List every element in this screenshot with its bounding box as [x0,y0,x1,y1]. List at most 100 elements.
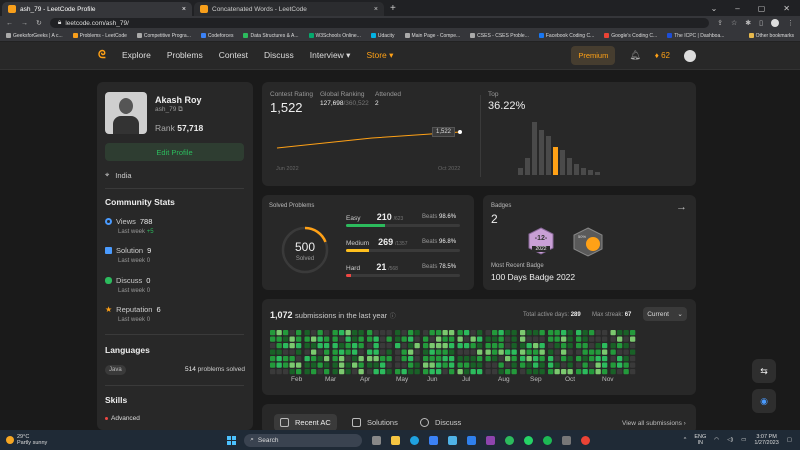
nav-contest[interactable]: Contest [219,50,248,61]
notification-icon[interactable]: ▢ [787,437,792,443]
copy-icon[interactable]: ⧉ [178,106,183,113]
month-label: Jul [462,376,471,383]
month-label: Feb [291,376,303,383]
badge-percent: 50% [578,234,587,239]
badges-title: Badges [491,203,512,209]
sidebar-icon[interactable]: ▯ [759,19,763,27]
edge-icon[interactable] [410,435,420,445]
rotate-icon[interactable]: ⇆ [752,359,776,383]
current-dropdown[interactable]: Current ⌄ [643,307,687,321]
spotify-icon[interactable] [543,435,553,445]
top-label: Top [488,91,499,98]
task-view-icon[interactable] [372,435,382,445]
forward-icon[interactable]: → [21,20,28,27]
attended-count: 2 [375,100,379,107]
bookmark-item[interactable]: Problems - LeetCode [72,33,127,39]
view-all-submissions-link[interactable]: View all submissions › [622,420,686,427]
file-explorer-icon[interactable] [391,435,401,445]
clock[interactable]: 3:07 PM 1/27/2023 [754,434,778,446]
close-icon[interactable]: × [374,6,378,13]
tab-solutions[interactable]: Solutions [352,418,398,427]
divider [105,188,244,189]
bookmark-item[interactable]: GeeksforGeeks | A c... [6,33,63,39]
bookmark-icon [72,33,78,38]
bookmark-item[interactable]: Competitive Progra... [136,33,191,39]
profile-avatar[interactable] [771,19,779,27]
notes-icon[interactable] [562,435,572,445]
nav-problems[interactable]: Problems [167,50,203,61]
easy-bar [346,224,460,227]
nav-store[interactable]: Store ▾ [366,50,393,61]
vscode-icon[interactable] [467,435,477,445]
chevron-up-icon[interactable]: ^ [684,437,687,443]
back-icon[interactable]: ← [6,20,13,27]
bookmark-icon [404,33,410,38]
xbox-icon[interactable] [505,435,515,445]
menu-icon[interactable]: ⋮ [787,19,794,27]
lock-icon: 🔒︎ [57,19,62,26]
close-icon[interactable]: × [182,6,186,13]
battery-icon[interactable]: ▭ [741,437,746,443]
user-avatar[interactable] [684,49,696,62]
month-label: Sep [530,376,542,383]
language-indicator[interactable]: ENG IN [694,434,706,446]
whatsapp-icon[interactable] [524,435,534,445]
bookmark-item[interactable]: CSES - CSES Proble... [470,33,529,39]
streak-counter[interactable]: ♦ 62 [655,51,670,60]
maximize-icon[interactable]: ▢ [758,4,766,13]
profile-card: Akash Roy ash_79 ⧉ Rank 57,718 Edit Prof… [97,82,253,430]
nav-explore[interactable]: Explore [122,50,151,61]
arrow-right-icon[interactable]: → [676,201,687,213]
chrome-icon[interactable] [581,435,591,445]
wifi-icon[interactable]: ◠ [714,437,719,443]
star-icon[interactable]: ☆ [731,19,737,27]
minimize-icon[interactable]: – [735,4,739,13]
divider [105,385,244,386]
close-window-icon[interactable]: ✕ [783,4,790,13]
chevron-down-icon[interactable]: ⌄ [711,4,718,13]
visual-studio-icon[interactable] [486,435,496,445]
nav-interview[interactable]: Interview ▾ [310,50,351,61]
bookmark-item[interactable]: Codeforces [200,33,233,39]
store-icon[interactable] [429,435,439,445]
weather-widget[interactable]: 29°C Partly sunny [6,434,47,446]
bell-icon[interactable]: 🔔︎ [629,50,640,61]
tab-concatenated-words[interactable]: Concatenated Words - LeetCode × [194,2,384,16]
windows-start-icon[interactable] [227,435,237,445]
top-percent: 36.22% [488,100,526,112]
extensions-icon[interactable]: ✱ [745,19,751,27]
premium-button[interactable]: Premium [571,46,616,65]
leetcode-navbar: ᘓ Explore Problems Contest Discuss Inter… [0,42,800,70]
rating-tooltip: 1,522 [432,127,456,137]
submissions-header: 1,072 submissions in the last year ⓘ [270,310,396,320]
language-tag[interactable]: Java [105,365,126,375]
new-tab-button[interactable]: + [390,3,396,14]
other-bookmarks[interactable]: Other bookmarks [748,33,794,39]
tab-discuss[interactable]: Discuss [420,418,461,427]
bookmark-item[interactable]: The ICPC | Dashboa... [667,33,724,39]
bookmark-item[interactable]: Udacity [370,33,395,39]
tab-title: Concatenated Words - LeetCode [212,5,307,13]
taskbar-search[interactable]: ⌕ Search [244,433,363,447]
bookmark-item[interactable]: Main Page - Compe... [404,33,460,39]
tab-profile[interactable]: ash_79 - LeetCode Profile × [2,2,192,16]
share-icon[interactable]: ⇪ [717,19,723,27]
edit-profile-button[interactable]: Edit Profile [105,143,244,161]
bookmark-icon [200,33,206,38]
reload-icon[interactable]: ↻ [36,19,42,27]
browser-tab-strip: ash_79 - LeetCode Profile × Concatenated… [0,0,800,16]
tab-recent-ac[interactable]: Recent AC [274,414,337,431]
bookmark-icon [667,33,673,38]
bookmark-item[interactable]: W3Schools Online... [308,33,361,39]
bookmark-item[interactable]: Facebook Coding C... [538,33,594,39]
nav-discuss[interactable]: Discuss [264,50,294,61]
bookmark-item[interactable]: Data Structures & A... [243,33,299,39]
bookmark-item[interactable]: Google's Coding C... [604,33,657,39]
photos-icon[interactable] [448,435,458,445]
leetcode-logo-icon[interactable]: ᘓ [98,49,110,62]
info-icon[interactable]: ⓘ [390,314,396,320]
skills-title: Skills [105,395,128,405]
feedback-icon[interactable]: ◉ [752,389,776,413]
url-field[interactable]: 🔒︎ leetcode.com/ash_79/ [49,18,710,28]
volume-icon[interactable]: ◁) [727,437,733,443]
